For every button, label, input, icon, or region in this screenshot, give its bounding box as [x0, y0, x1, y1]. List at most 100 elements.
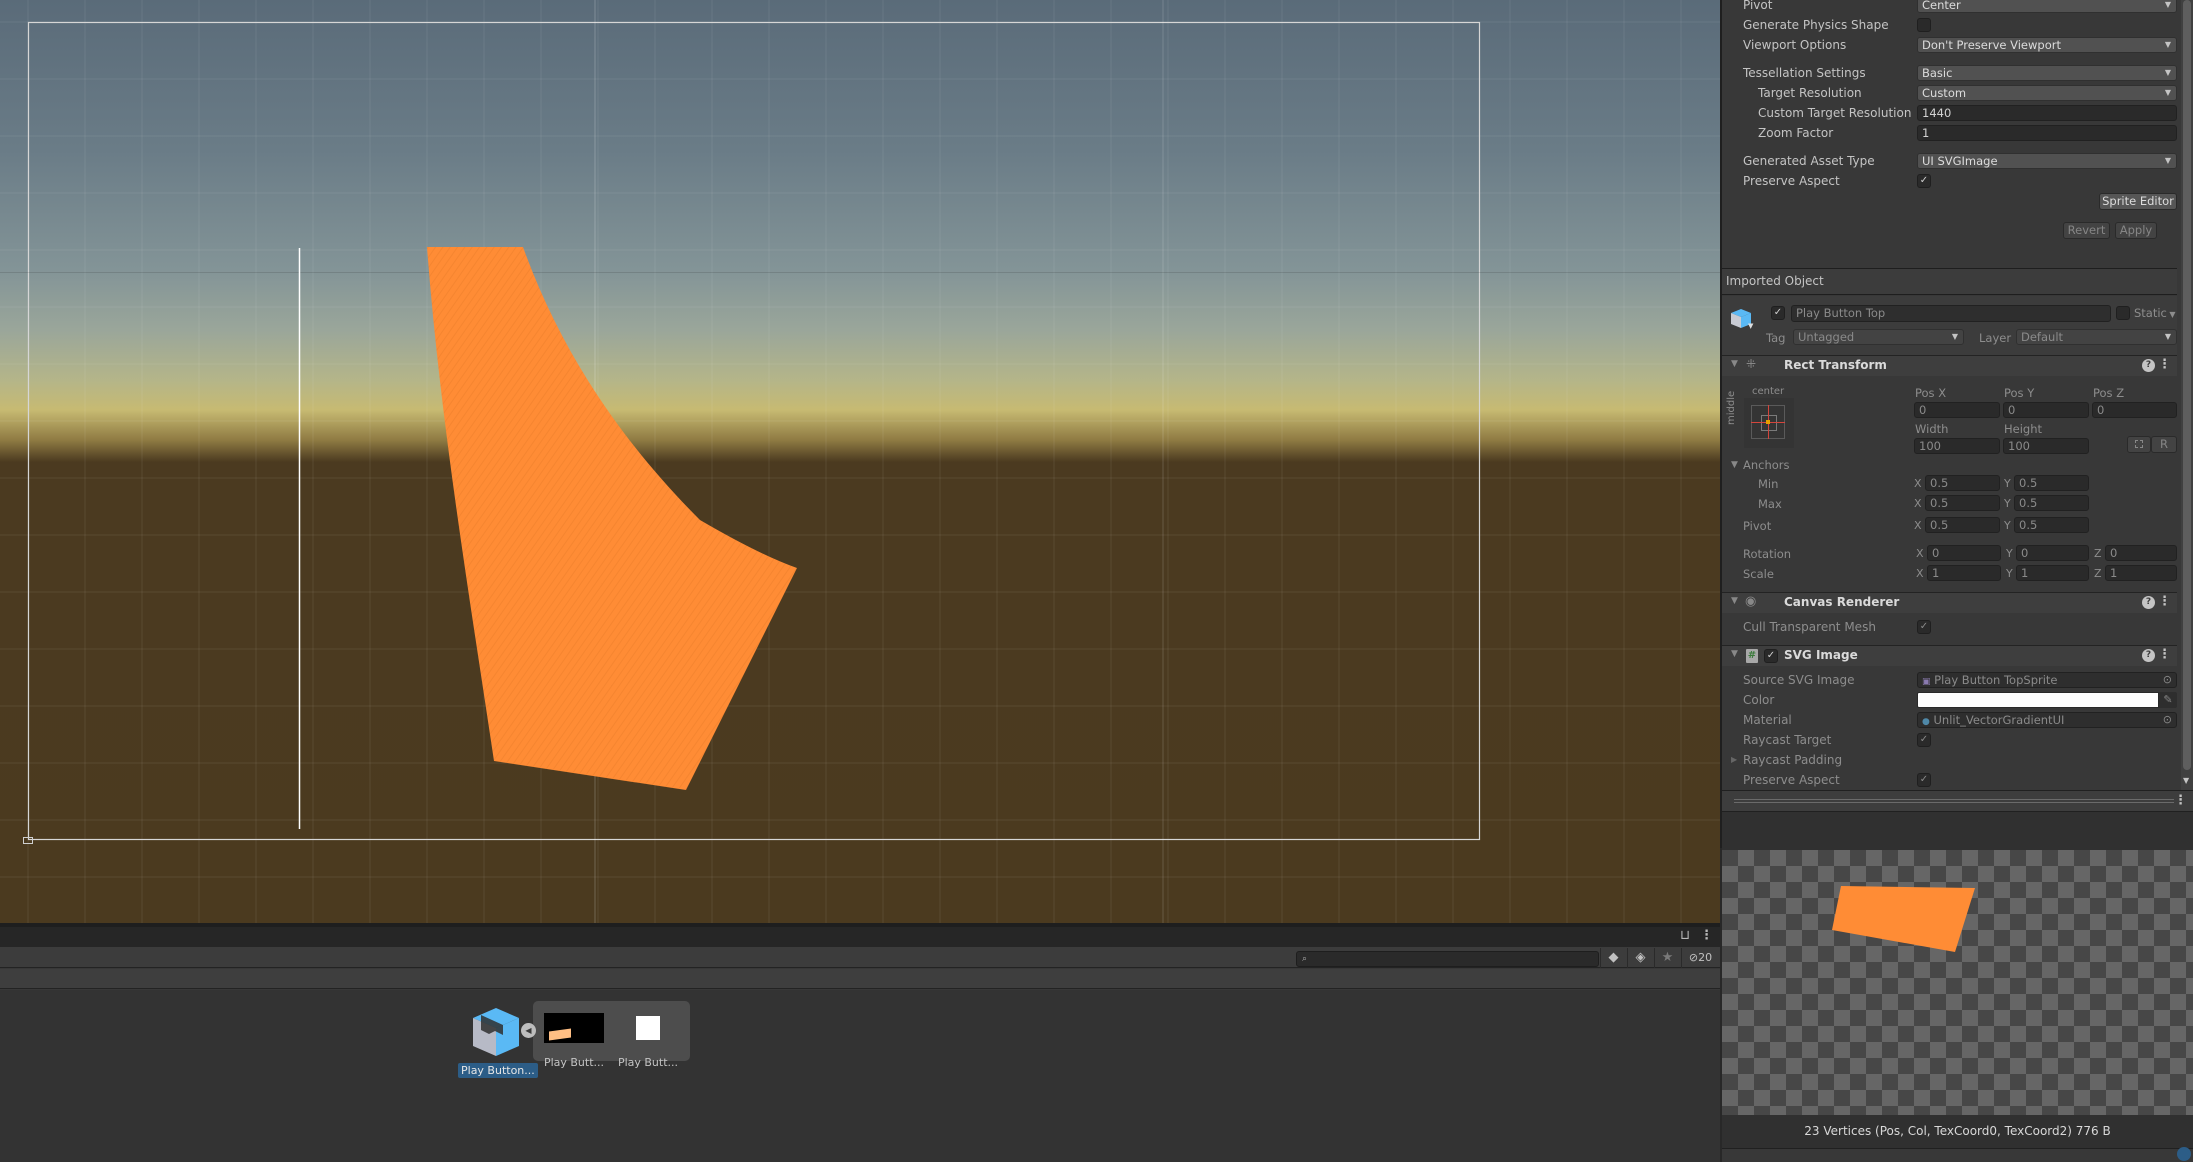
help-icon[interactable]: ? [2142, 359, 2155, 372]
anchor-min-x-input[interactable]: 0.5 [1925, 475, 2000, 491]
eyedropper-icon[interactable]: ✎ [2159, 692, 2177, 708]
anchors-fold-icon[interactable]: ▼ [1731, 460, 1738, 470]
asset-item[interactable]: Play Button... [458, 998, 538, 1078]
help-icon[interactable]: ? [2142, 596, 2155, 609]
project-content [0, 990, 1720, 1162]
mesh-preview[interactable] [1722, 850, 2193, 1115]
tessellation-settings-dropdown[interactable]: Basic ▼ [1917, 65, 2177, 81]
blueprint-mode-button[interactable] [2127, 436, 2151, 453]
layer-dropdown[interactable]: Default ▼ [2016, 329, 2177, 345]
gameobject-name-input[interactable]: Play Button Top [1791, 305, 2111, 322]
apply-button[interactable]: Apply [2115, 222, 2157, 239]
filter-by-type-button[interactable]: ◆ [1600, 948, 1626, 968]
svg-image-header[interactable]: ▼ # ✓ SVG Image ? ⋮ [1722, 645, 2177, 666]
scrollbar-thumb[interactable] [2183, 0, 2191, 770]
collab-status-icon[interactable] [2177, 1147, 2191, 1161]
kebab-menu-icon[interactable]: ⋮ [2158, 647, 2171, 662]
color-swatch[interactable] [1917, 692, 2159, 708]
scale-x-input[interactable]: 1 [1927, 565, 2001, 581]
pivot-dropdown[interactable]: Center ▼ [1917, 0, 2177, 13]
width-input[interactable]: 100 [1914, 438, 2000, 454]
object-picker-icon[interactable]: ⊙ [2163, 713, 2172, 727]
anchor-preset-button[interactable] [1744, 398, 1794, 448]
target-resolution-dropdown[interactable]: Custom ▼ [1917, 85, 2177, 101]
raycast-padding-row[interactable]: ▶ Raycast Padding [1722, 751, 2177, 769]
fold-open-icon[interactable]: ▼ [1731, 359, 1738, 369]
custom-target-resolution-row: Custom Target Resolution 1440 [1722, 104, 2177, 122]
kebab-menu-icon[interactable]: ⋮ [2174, 793, 2187, 808]
static-text: Static [2134, 306, 2167, 320]
static-label[interactable]: Static ▼ [2134, 306, 2176, 320]
lock-open-icon[interactable]: ⊔ [1680, 926, 1690, 946]
scale-z-input[interactable]: 1 [2105, 565, 2177, 581]
field-label: Material [1743, 713, 1792, 727]
revert-button[interactable]: Revert [2063, 222, 2110, 239]
object-field-value: Play Button TopSprite [1934, 673, 2058, 687]
raycast-target-row: Raycast Target ✓ [1722, 731, 2177, 749]
preview-footer [1722, 1147, 2193, 1162]
raw-edit-button[interactable]: R [2151, 436, 2177, 453]
viewport-options-dropdown[interactable]: Don't Preserve Viewport ▼ [1917, 37, 2177, 53]
pos-x-input[interactable]: 0 [1914, 402, 2000, 418]
kebab-menu-icon[interactable]: ⋮ [2158, 594, 2171, 609]
scene-canvas[interactable] [0, 0, 1720, 923]
canvas-renderer-header[interactable]: ▼ ◉ Canvas Renderer ? ⋮ [1722, 592, 2177, 613]
prefab-dropdown-icon[interactable]: ▼ [1748, 322, 1753, 330]
rotation-y-input[interactable]: 0 [2016, 545, 2089, 561]
pivot-x-input[interactable]: 0.5 [1925, 517, 2000, 533]
preview-header[interactable]: ⋮ [1722, 790, 2193, 812]
gameobject-active-checkbox[interactable]: ✓ [1771, 306, 1785, 320]
hidden-packages-toggle[interactable]: ⊘20 [1681, 948, 1719, 968]
material-field[interactable]: ● Unlit_VectorGradientUI ⊙ [1917, 712, 2177, 728]
rotation-z-input[interactable]: 0 [2105, 545, 2177, 561]
zoom-factor-row: Zoom Factor 1 [1722, 124, 2177, 142]
svg-image-enabled-checkbox[interactable]: ✓ [1764, 649, 1778, 663]
fold-open-icon[interactable]: ▼ [1731, 649, 1738, 659]
raycast-target-checkbox[interactable]: ✓ [1917, 733, 1931, 747]
inspector-scrollbar[interactable]: ▼ [2181, 0, 2193, 790]
kebab-menu-icon[interactable]: ⋮ [1700, 926, 1713, 946]
rotation-x-input[interactable]: 0 [1927, 545, 2001, 561]
anchor-max-y-input[interactable]: 0.5 [2014, 495, 2089, 511]
pos-y-input[interactable]: 0 [2003, 402, 2089, 418]
asset-item[interactable]: Play Butt... [614, 1013, 682, 1070]
generated-asset-type-dropdown[interactable]: UI SVGImage ▼ [1917, 153, 2177, 169]
filter-by-label-button[interactable]: ◈ [1627, 948, 1653, 968]
preserve-aspect-import-checkbox[interactable]: ✓ [1917, 174, 1931, 188]
help-icon[interactable]: ? [2142, 649, 2155, 662]
scene-view[interactable] [0, 0, 1720, 923]
rect-transform-header[interactable]: ▼ ⁜ Rect Transform ? ⋮ [1722, 355, 2177, 376]
sprite-editor-button[interactable]: Sprite Editor [2099, 193, 2177, 210]
height-input[interactable]: 100 [2003, 438, 2089, 454]
sprite-icon: ▣ [1922, 677, 1931, 687]
fold-open-icon[interactable]: ▼ [1731, 596, 1738, 606]
dropdown-value: Untagged [1798, 330, 1855, 344]
favorites-button[interactable]: ★ [1654, 948, 1680, 968]
collapse-sub-assets-button[interactable]: ◀ [521, 1023, 536, 1038]
chevron-down-icon: ▼ [2164, 40, 2171, 49]
zoom-factor-input[interactable]: 1 [1917, 125, 2177, 141]
asset-item[interactable]: Play Butt... [540, 1013, 608, 1070]
custom-target-resolution-input[interactable]: 1440 [1917, 105, 2177, 121]
play-button-top-shape[interactable] [427, 247, 797, 790]
anchors-label[interactable]: Anchors [1743, 458, 1790, 472]
field-label: Generate Physics Shape [1743, 18, 1889, 32]
static-checkbox[interactable] [2116, 306, 2130, 320]
fold-closed-icon[interactable]: ▶ [1731, 751, 1737, 769]
scroll-down-arrow-icon[interactable]: ▼ [2183, 776, 2189, 785]
scale-y-input[interactable]: 1 [2016, 565, 2089, 581]
kebab-menu-icon[interactable]: ⋮ [2158, 357, 2171, 372]
pivot-y-input[interactable]: 0.5 [2014, 517, 2089, 533]
dropdown-value: Center [1922, 0, 1961, 12]
pos-z-input[interactable]: 0 [2092, 402, 2177, 418]
anchor-min-y-input[interactable]: 0.5 [2014, 475, 2089, 491]
project-search-input[interactable]: ⌕ [1296, 951, 1599, 967]
width-label: Width [1915, 422, 1949, 436]
tag-dropdown[interactable]: Untagged ▼ [1793, 329, 1964, 345]
object-picker-icon[interactable]: ⊙ [2163, 673, 2172, 687]
anchor-max-x-input[interactable]: 0.5 [1925, 495, 2000, 511]
generate-physics-shape-checkbox[interactable] [1917, 18, 1931, 32]
cull-transparent-mesh-checkbox[interactable]: ✓ [1917, 620, 1931, 634]
source-svg-image-field[interactable]: ▣ Play Button TopSprite ⊙ [1917, 672, 2177, 688]
preserve-aspect-checkbox[interactable]: ✓ [1917, 773, 1931, 787]
